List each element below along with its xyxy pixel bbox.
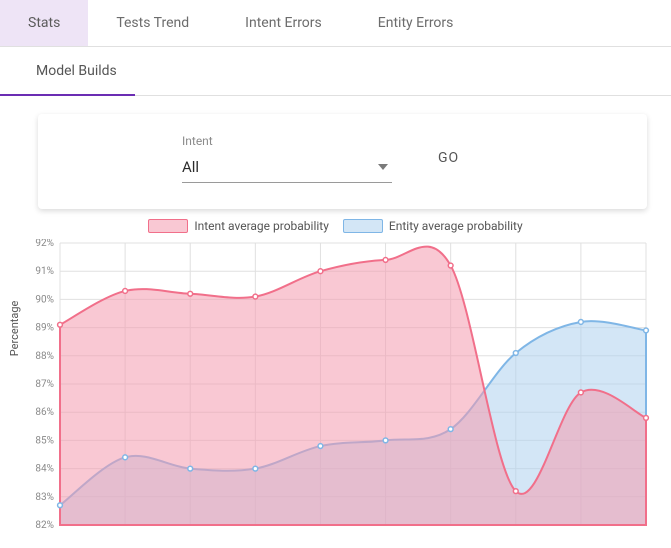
go-button[interactable]: GO: [428, 144, 469, 172]
subtabs-row: Model Builds: [0, 47, 671, 96]
svg-text:88%: 88%: [35, 351, 54, 362]
legend-swatch-icon: [148, 219, 188, 233]
chevron-down-icon: [378, 164, 388, 170]
subtab-label: Model Builds: [36, 63, 117, 79]
intent-select[interactable]: All: [182, 154, 392, 183]
tab-label: Intent Errors: [245, 15, 322, 31]
intent-select-group: Intent All: [182, 134, 392, 183]
svg-text:85%: 85%: [35, 435, 54, 446]
svg-text:89%: 89%: [35, 323, 54, 334]
tab-entity-errors[interactable]: Entity Errors: [350, 0, 482, 46]
svg-text:87%: 87%: [35, 379, 54, 390]
chart-area: Percentage 82%83%84%85%86%87%88%89%90%91…: [24, 239, 657, 529]
tab-label: Entity Errors: [378, 15, 454, 31]
intent-select-value: All: [182, 158, 199, 176]
go-button-label: GO: [438, 150, 459, 166]
subtab-model-builds[interactable]: Model Builds: [0, 47, 135, 95]
tab-tests-trend[interactable]: Tests Trend: [88, 0, 217, 46]
legend-label: Intent average probability: [194, 219, 329, 233]
svg-text:90%: 90%: [35, 294, 54, 305]
svg-text:84%: 84%: [35, 464, 54, 475]
tab-intent-errors[interactable]: Intent Errors: [217, 0, 350, 46]
tab-label: Tests Trend: [116, 15, 189, 31]
legend-swatch-icon: [343, 219, 383, 233]
svg-text:82%: 82%: [35, 520, 54, 529]
controls-card: Intent All GO: [38, 114, 647, 209]
tab-label: Stats: [28, 15, 60, 31]
legend-item-intent[interactable]: Intent average probability: [148, 219, 329, 233]
svg-text:92%: 92%: [35, 239, 54, 249]
tab-stats[interactable]: Stats: [0, 0, 88, 46]
chart-legend: Intent average probability Entity averag…: [0, 219, 671, 233]
chart-svg: 82% 83% 84% 85% 86% 87% 88% 89% 90% 91% 92%: [24, 239, 654, 529]
intent-select-label: Intent: [182, 134, 392, 148]
svg-text:91%: 91%: [35, 266, 54, 277]
tabs-row: Stats Tests Trend Intent Errors Entity E…: [0, 0, 671, 47]
chart-ylabel: Percentage: [8, 301, 21, 357]
svg-text:83%: 83%: [35, 492, 54, 503]
legend-label: Entity average probability: [389, 219, 523, 233]
svg-text:86%: 86%: [35, 407, 54, 418]
legend-item-entity[interactable]: Entity average probability: [343, 219, 523, 233]
